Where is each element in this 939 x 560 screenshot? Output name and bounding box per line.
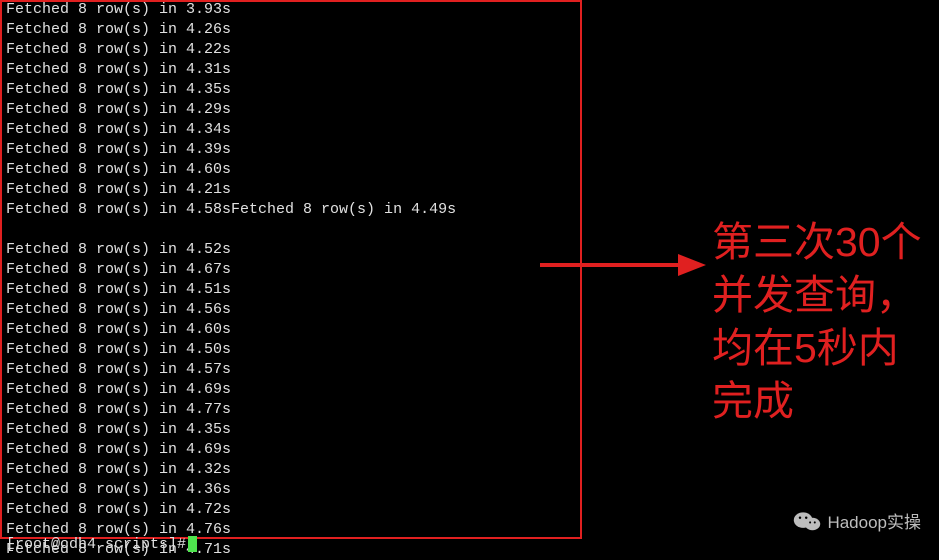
annotation-arrow-icon	[536, 250, 706, 280]
watermark-text: Hadoop实操	[827, 508, 921, 533]
shell-prompt[interactable]: [root@cdh4 scripts]#	[6, 535, 197, 555]
wechat-icon	[793, 510, 821, 532]
prompt-text: [root@cdh4 scripts]#	[6, 536, 186, 553]
cursor	[188, 536, 197, 552]
watermark: Hadoop实操	[793, 508, 921, 533]
terminal-output: Fetched 8 row(s) in 3.93s Fetched 8 row(…	[6, 0, 456, 560]
annotation-text: 第三次30个并发查询，均在5秒内完成	[712, 216, 932, 428]
